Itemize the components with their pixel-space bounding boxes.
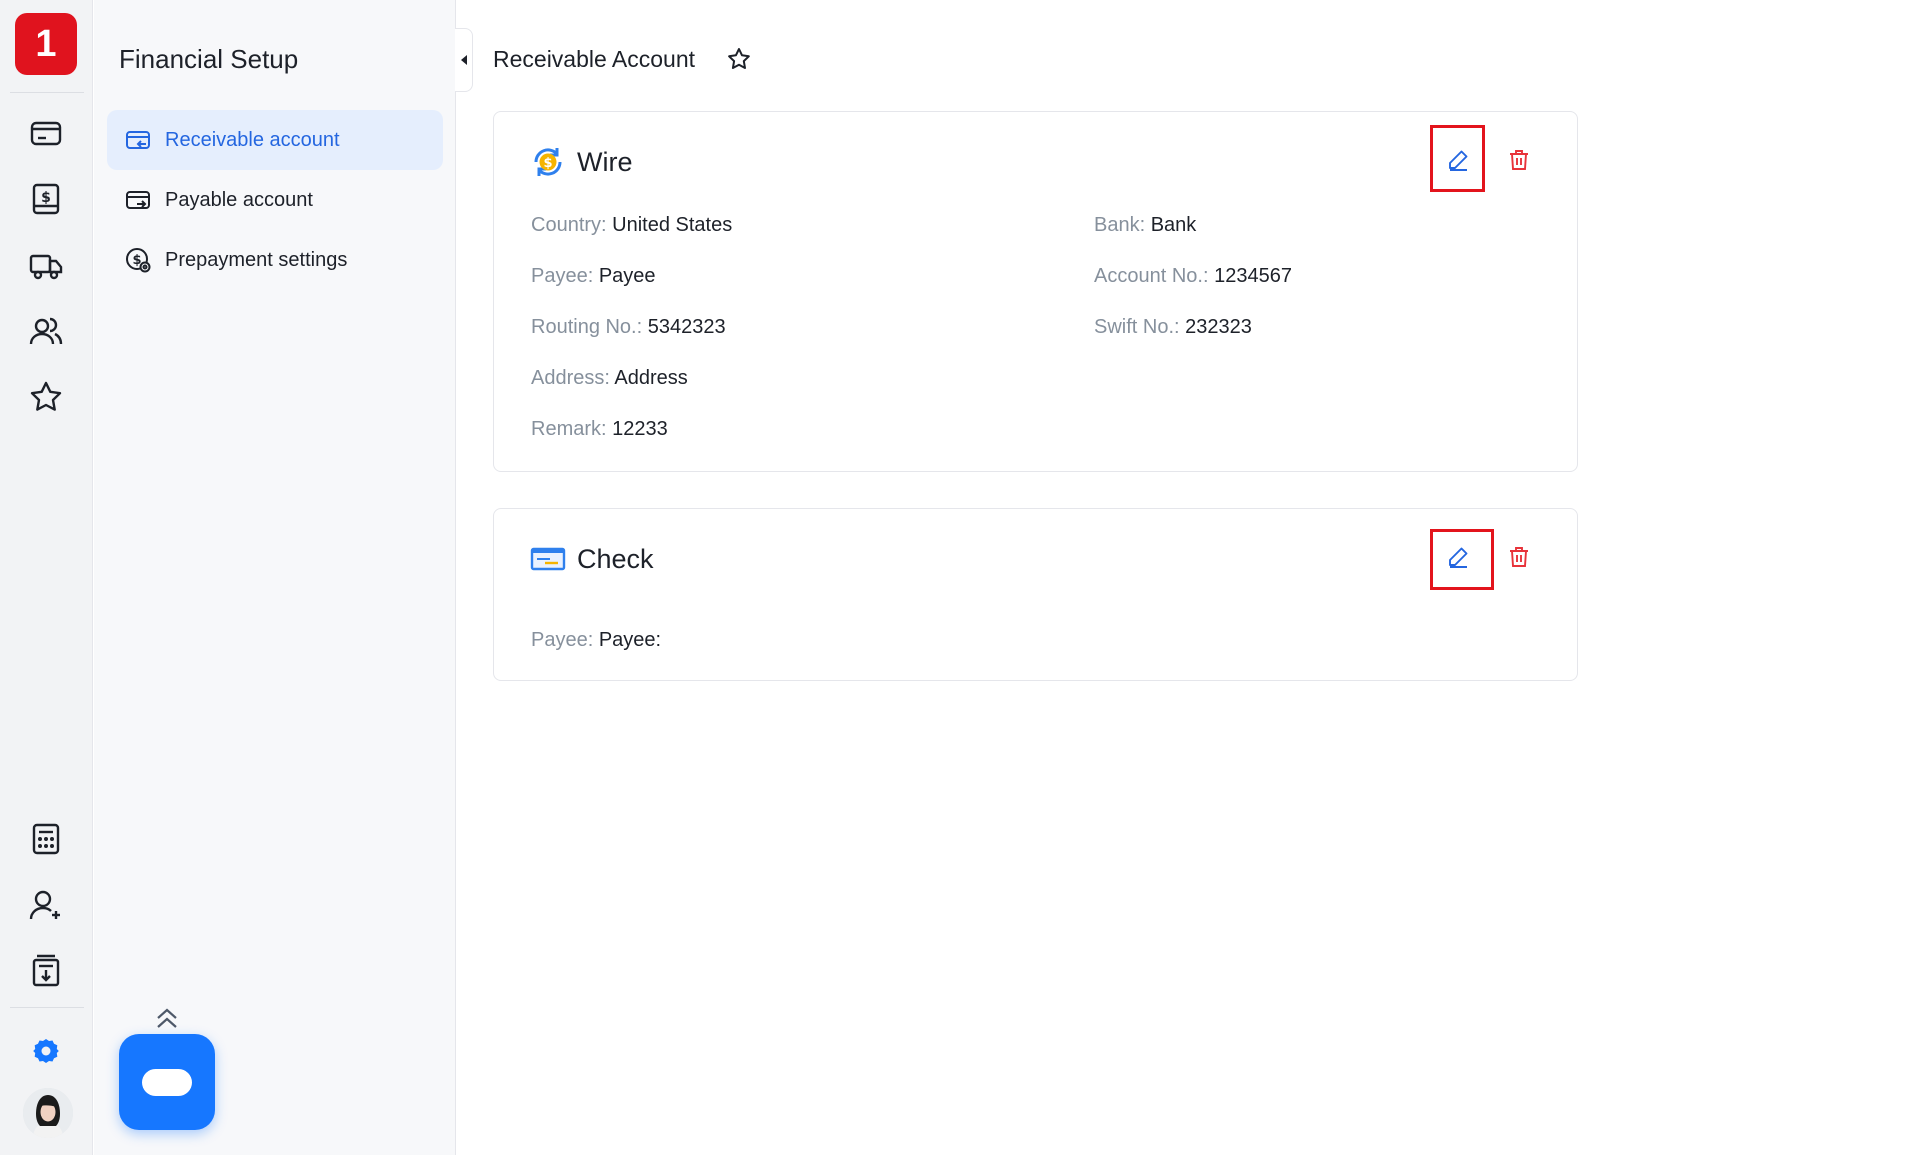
user-avatar[interactable] [23,1088,73,1138]
card-header: $ Wire [530,144,633,180]
settings-gear-icon[interactable] [26,1031,66,1071]
field-country: Country: United States [531,214,732,237]
field-remark: Remark: 12233 [531,418,668,441]
field-label: Swift No.: [1094,316,1180,338]
sidebar-item-label: Payable account [165,188,313,211]
card-title: Check [577,543,654,574]
field-value: 5342323 [647,316,726,338]
card-icon[interactable] [26,113,66,153]
financial-setup-sidebar: Financial Setup Receivable account Payab… [94,0,456,1155]
svg-text:$: $ [543,156,552,171]
field-value: Payee: [598,629,662,651]
field-value: 1234567 [1214,265,1292,287]
wire-dollar-icon: $ [534,148,562,176]
check-card-icon [530,547,566,571]
rail-divider [10,92,84,93]
rail-divider [10,1007,84,1008]
chat-button[interactable] [119,1034,215,1130]
field-label: Routing No.: [531,316,643,338]
sidebar-title: Financial Setup [119,44,299,74]
field-bank: Bank: Bank [1094,214,1196,237]
pencil-edit-icon [1449,150,1468,171]
invoice-dollar-icon[interactable]: $ [26,179,66,219]
payable-card-icon [126,191,150,209]
field-label: Remark: [531,418,607,440]
field-address: Address: Address [531,367,688,390]
truck-icon[interactable] [26,245,66,285]
sidebar-item-receivable-account[interactable]: Receivable account [107,110,443,170]
card-title: Wire [577,146,633,177]
field-label: Account No.: [1094,265,1209,287]
page-title: Receivable Account [493,46,696,72]
receivable-card-icon [126,131,150,149]
favorite-star-icon[interactable] [726,46,752,72]
field-label: Country: [531,214,607,236]
field-label: Payee: [531,265,594,287]
edit-check-button[interactable] [1443,542,1473,572]
chat-bubble-icon [142,1068,192,1096]
field-payee: Payee: Payee [531,265,656,288]
trash-icon [1510,547,1528,567]
sidebar-item-label: Receivable account [165,128,340,151]
field-payee: Payee: Payee: [531,629,661,652]
card-header: Check [530,541,654,577]
delete-check-button[interactable] [1504,542,1534,572]
scroll-up-double-chevron-icon[interactable] [154,1006,180,1030]
calculator-icon[interactable] [26,819,66,859]
field-routing-no: Routing No.: 5342323 [531,316,726,339]
field-value: 232323 [1185,316,1252,338]
field-value: United States [612,214,733,236]
field-value: Address [614,367,688,389]
delete-wire-button[interactable] [1504,145,1534,175]
sidebar-collapse-toggle[interactable] [455,28,473,92]
check-account-card: Check Payee: Payee: [493,508,1578,681]
add-user-icon[interactable] [26,885,66,925]
star-icon[interactable] [26,377,66,417]
report-download-icon[interactable] [26,951,66,991]
field-label: Bank: [1094,214,1146,236]
wire-account-card: $ Wire Country: United States Bank: Bank… [493,111,1578,472]
field-value: Bank [1150,214,1197,236]
prepayment-dollar-icon: $ [126,248,151,273]
pencil-edit-icon [1449,547,1468,568]
icon-rail: 1 $ [0,0,93,1155]
caret-left-icon [460,55,467,65]
field-account-no: Account No.: 1234567 [1094,265,1292,288]
field-label: Address: [531,367,610,389]
sidebar-item-payable-account[interactable]: Payable account [107,170,443,230]
sidebar-item-prepayment-settings[interactable]: $ Prepayment settings [107,230,443,290]
svg-text:$: $ [41,190,51,206]
field-label: Payee: [531,629,594,651]
field-swift-no: Swift No.: 232323 [1094,316,1252,339]
sidebar-item-label: Prepayment settings [165,248,348,271]
trash-icon [1510,150,1528,170]
app-logo[interactable]: 1 [15,13,77,75]
contacts-icon[interactable] [26,311,66,351]
field-value: 12233 [612,418,668,440]
edit-wire-button[interactable] [1443,145,1473,175]
field-value: Payee [598,265,656,287]
